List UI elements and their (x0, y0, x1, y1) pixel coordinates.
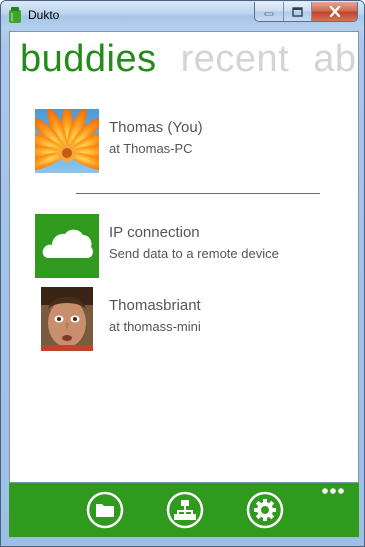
dukto-app-icon (9, 7, 21, 23)
buddy-item-self[interactable]: Thomas (You) at Thomas-PC (35, 109, 335, 173)
buddy-subtitle: at thomass-mini (109, 319, 201, 334)
buddy-name: Thomasbriant (109, 297, 201, 314)
minimize-button[interactable] (255, 2, 283, 21)
buddy-subtitle: at Thomas-PC (109, 141, 193, 156)
window-title: Dukto (28, 8, 60, 22)
maximize-button[interactable] (283, 2, 311, 21)
buddy-subtitle: Send data to a remote device (109, 246, 279, 261)
buddy-item-ip-connection[interactable]: IP connection Send data to a remote devi… (35, 214, 335, 278)
bottom-toolbar (9, 483, 359, 537)
tab-about[interactable]: ab (313, 38, 356, 81)
more-dots-icon[interactable] (321, 487, 345, 495)
cloud-icon (35, 214, 99, 278)
title-bar[interactable]: Dukto (1, 1, 364, 29)
main-content: buddies recent ab Thomas (You) at Thomas… (9, 31, 359, 483)
buddy-avatar-flower (35, 109, 99, 173)
section-divider (76, 193, 320, 194)
folder-icon[interactable] (86, 491, 124, 529)
network-icon[interactable] (166, 491, 204, 529)
buddy-name: IP connection (109, 224, 200, 241)
tab-buddies[interactable]: buddies (20, 38, 157, 81)
gear-icon[interactable] (246, 491, 284, 529)
buddy-item-thomasbriant[interactable]: Thomasbriant at thomass-mini (35, 287, 335, 351)
minimize-icon (264, 12, 274, 15)
buddy-avatar-face (41, 287, 93, 351)
window-controls (254, 2, 358, 22)
tab-recent[interactable]: recent (181, 38, 290, 81)
buddy-name: Thomas (You) (109, 119, 203, 136)
tab-strip: buddies recent ab (20, 38, 358, 81)
close-icon (329, 6, 340, 17)
app-window: Dukto buddies recent ab Thomas (You) at … (0, 0, 365, 547)
close-button[interactable] (311, 2, 357, 21)
maximize-icon (292, 6, 303, 17)
